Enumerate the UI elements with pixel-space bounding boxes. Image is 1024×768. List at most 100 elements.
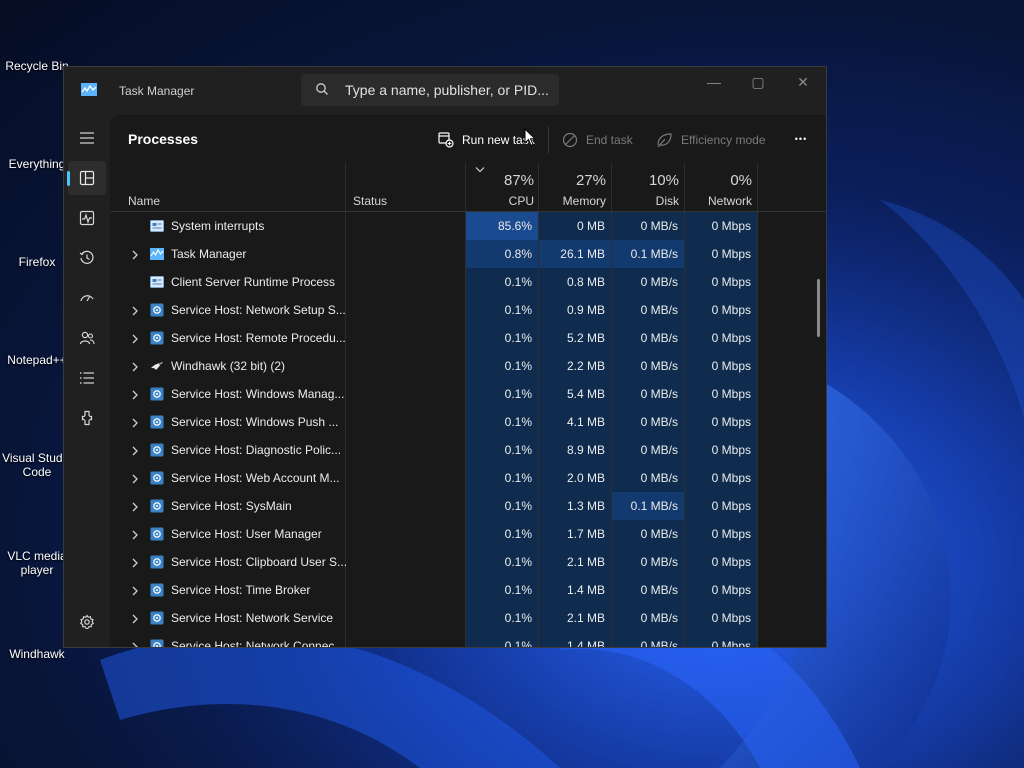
network-total: 0% <box>730 172 752 189</box>
expand-chevron-icon[interactable] <box>131 548 143 576</box>
expand-chevron-icon[interactable] <box>131 436 143 464</box>
process-name: Task Manager <box>171 247 247 261</box>
desktop-icon-windhawk[interactable]: Windhawk <box>0 647 74 661</box>
cell-disk: 0 MB/s <box>612 408 684 436</box>
cell-memory: 2.2 MB <box>539 352 611 380</box>
column-header-disk[interactable]: 10% Disk <box>609 172 679 208</box>
table-row[interactable]: Service Host: Network Service 0.1% 2.1 MB 0… <box>110 604 826 632</box>
gear-icon <box>79 614 95 630</box>
performance-icon <box>79 210 95 226</box>
end-task-icon <box>562 132 578 148</box>
page-title: Processes <box>128 131 199 147</box>
expand-chevron-icon[interactable] <box>131 576 143 604</box>
cell-cpu: 0.1% <box>466 268 538 296</box>
nav-performance[interactable] <box>68 201 106 235</box>
vertical-scrollbar[interactable] <box>817 279 820 337</box>
nav-startup-apps[interactable] <box>68 281 106 315</box>
close-icon: ✕ <box>797 74 809 90</box>
table-row[interactable]: Service Host: Web Account M... 0.1% 2.0 MB… <box>110 464 826 492</box>
cell-network: 0 Mbps <box>685 492 757 520</box>
table-row[interactable]: Service Host: Remote Procedu... 0.1% 5.2 M… <box>110 324 826 352</box>
table-row[interactable]: Service Host: Network Connec... 0.1% 1.4 M… <box>110 632 826 647</box>
cell-network: 0 Mbps <box>685 464 757 492</box>
table-row[interactable]: Task Manager 0.8% 26.1 MB 0.1 MB/s 0 Mbps <box>110 240 826 268</box>
table-row[interactable]: Service Host: Diagnostic Polic... 0.1% 8.9… <box>110 436 826 464</box>
process-name: Service Host: Windows Manag... <box>171 387 345 401</box>
nav-hamburger-button[interactable] <box>68 121 106 155</box>
run-new-task-icon <box>438 132 454 148</box>
process-name: Client Server Runtime Process <box>171 275 336 289</box>
nav-app-history[interactable] <box>68 241 106 275</box>
mouse-cursor-icon <box>524 128 536 147</box>
table-row[interactable]: Service Host: User Manager 0.1% 1.7 MB 0 MB… <box>110 520 826 548</box>
expand-chevron-icon[interactable] <box>131 492 143 520</box>
task-manager-app-icon <box>81 83 97 96</box>
process-name: Service Host: Remote Procedu... <box>171 331 346 345</box>
table-row[interactable]: Service Host: Clipboard User S... 0.1% 2.1… <box>110 548 826 576</box>
expand-chevron-icon[interactable] <box>131 380 143 408</box>
expand-chevron-icon[interactable] <box>131 604 143 632</box>
cpu-label: CPU <box>508 194 534 208</box>
service-icon <box>150 639 164 647</box>
table-row[interactable]: Service Host: Windows Manag... 0.1% 5.4 MB… <box>110 380 826 408</box>
cell-memory: 1.7 MB <box>539 520 611 548</box>
table-row[interactable]: Service Host: Time Broker 0.1% 1.4 MB 0 MB/… <box>110 576 826 604</box>
cell-disk: 0 MB/s <box>612 324 684 352</box>
expand-chevron-icon[interactable] <box>131 324 143 352</box>
expand-chevron-icon[interactable] <box>131 464 143 492</box>
network-label: Network <box>707 194 752 208</box>
table-row[interactable]: Service Host: Network Setup S... 0.1% 0.9 … <box>110 296 826 324</box>
nav-services[interactable] <box>68 401 106 435</box>
cell-cpu: 0.1% <box>466 464 538 492</box>
nav-settings[interactable] <box>68 605 106 639</box>
column-header-name[interactable]: Name <box>128 194 160 208</box>
end-task-button[interactable]: End task <box>562 129 633 151</box>
process-name: Service Host: Web Account M... <box>171 471 340 485</box>
cell-disk: 0 MB/s <box>612 576 684 604</box>
window-title: Task Manager <box>119 84 195 98</box>
nav-processes[interactable] <box>67 161 106 195</box>
users-icon <box>79 331 95 345</box>
process-name: Service Host: Diagnostic Polic... <box>171 443 342 457</box>
column-header-cpu[interactable]: 87% CPU <box>464 172 534 208</box>
service-icon <box>150 583 164 597</box>
table-row[interactable]: Client Server Runtime Process 0.1% 0.8 MB 0… <box>110 268 826 296</box>
expand-chevron-icon[interactable] <box>131 296 143 324</box>
expand-chevron-icon[interactable] <box>131 408 143 436</box>
process-name: Service Host: Network Setup S... <box>171 303 346 317</box>
minimize-button[interactable]: — <box>691 67 737 97</box>
service-icon <box>150 303 164 317</box>
process-name: Service Host: Network Connec... <box>171 639 345 647</box>
run-new-task-button[interactable]: Run new task <box>438 129 535 151</box>
end-task-label: End task <box>586 133 633 147</box>
process-name: Windhawk (32 bit) (2) <box>171 359 286 373</box>
nav-users[interactable] <box>68 321 106 355</box>
column-header-status[interactable]: Status <box>353 194 387 208</box>
table-row[interactable]: Service Host: Windows Push ... 0.1% 4.1 MB… <box>110 408 826 436</box>
navigation-rail <box>64 115 110 647</box>
expand-chevron-icon[interactable] <box>131 520 143 548</box>
cell-disk: 0 MB/s <box>612 436 684 464</box>
column-header-network[interactable]: 0% Network <box>682 172 752 208</box>
title-bar[interactable]: Task Manager — ▢ ✕ <box>64 67 826 115</box>
efficiency-mode-button[interactable]: Efficiency mode <box>656 129 766 151</box>
table-row[interactable]: System interrupts 85.6% 0 MB 0 MB/s 0 Mbps <box>110 212 826 240</box>
cell-network: 0 Mbps <box>685 632 757 647</box>
column-header-memory[interactable]: 27% Memory <box>536 172 606 208</box>
cell-memory: 0 MB <box>539 212 611 240</box>
close-button[interactable]: ✕ <box>780 67 826 97</box>
table-row[interactable]: Service Host: SysMain 0.1% 1.3 MB 0.1 MB/s 0… <box>110 492 826 520</box>
expand-chevron-icon[interactable] <box>131 352 143 380</box>
search-box[interactable] <box>301 74 559 106</box>
nav-details[interactable] <box>68 361 106 395</box>
expand-chevron-icon[interactable] <box>131 240 143 268</box>
desktop-icon-label: Notepad++ <box>7 353 67 367</box>
search-input[interactable] <box>345 80 550 100</box>
table-row[interactable]: Windhawk (32 bit) (2) 0.1% 2.2 MB 0 MB/s 0 M… <box>110 352 826 380</box>
disk-label: Disk <box>655 194 679 208</box>
maximize-button[interactable]: ▢ <box>735 67 781 97</box>
more-options-button[interactable]: ••• <box>788 129 814 151</box>
service-icon <box>150 499 164 513</box>
command-bar: Processes Run new task End task Efficien… <box>110 115 826 163</box>
expand-chevron-icon[interactable] <box>131 632 143 647</box>
